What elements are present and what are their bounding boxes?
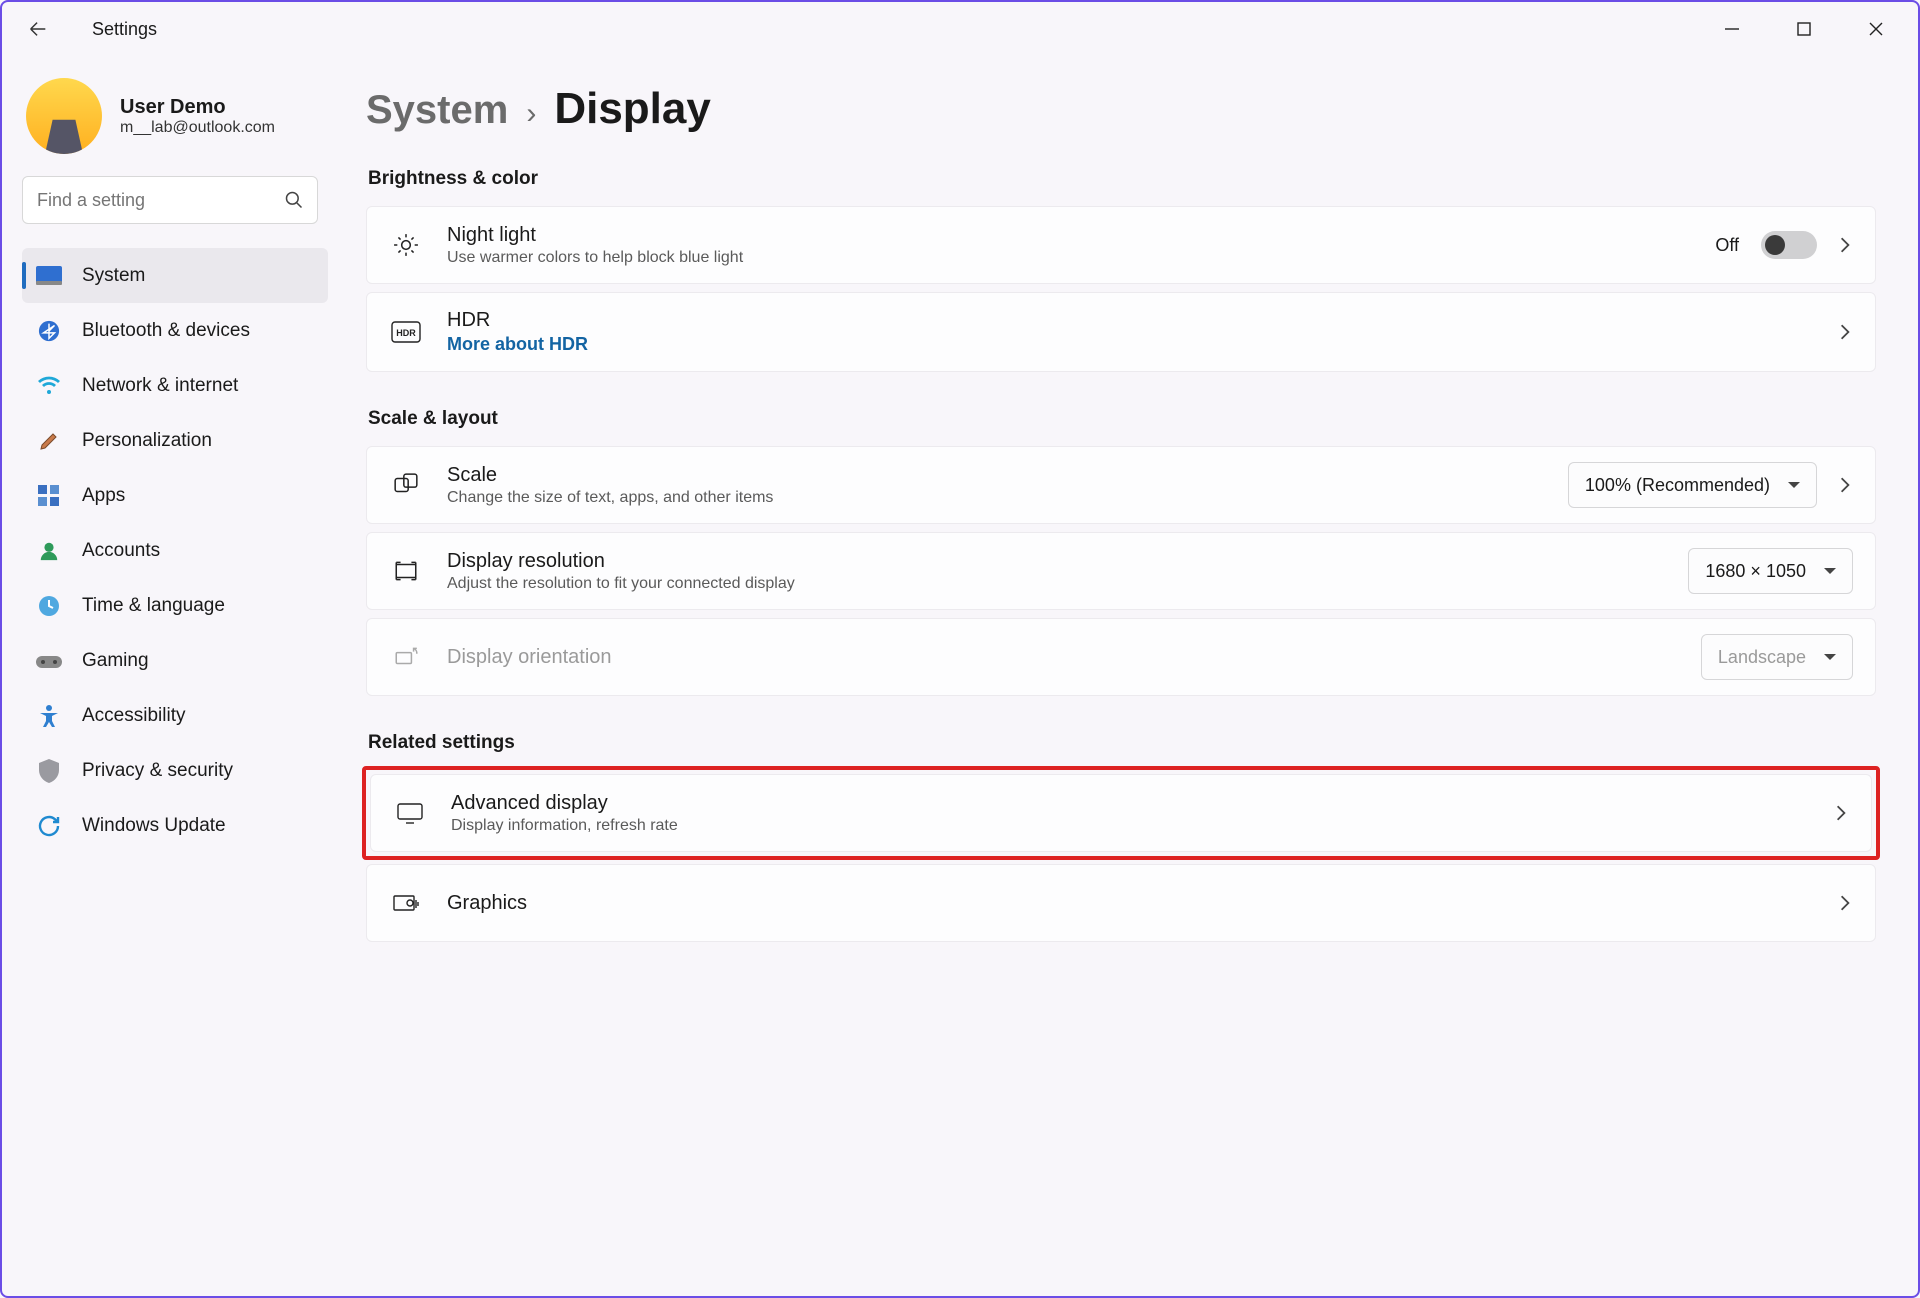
sidebar-item-personalization[interactable]: Personalization <box>22 413 328 468</box>
user-card[interactable]: User Demo m__lab@outlook.com <box>22 74 328 176</box>
section-heading-scale: Scale & layout <box>368 408 1876 430</box>
orientation-select: Landscape <box>1701 634 1853 680</box>
minimize-button[interactable] <box>1696 6 1768 52</box>
nav-label: Gaming <box>82 650 149 672</box>
graphics-icon <box>391 892 421 914</box>
wifi-icon <box>36 373 62 399</box>
page-title: Display <box>554 84 711 134</box>
nav-label: Accessibility <box>82 705 185 727</box>
search-input[interactable] <box>22 176 318 224</box>
gaming-icon <box>36 648 62 674</box>
system-icon <box>36 263 62 289</box>
nav-label: Apps <box>82 485 125 507</box>
accessibility-icon <box>36 703 62 729</box>
nav-label: Personalization <box>82 430 212 452</box>
card-title: Display orientation <box>447 646 1675 669</box>
night-light-icon <box>391 232 421 258</box>
toggle-label: Off <box>1715 235 1739 256</box>
card-sub: Change the size of text, apps, and other… <box>447 489 1542 507</box>
card-title: Graphics <box>447 892 1813 915</box>
sidebar: User Demo m__lab@outlook.com System Blue… <box>2 56 338 1296</box>
orientation-icon <box>391 644 421 670</box>
close-button[interactable] <box>1840 6 1912 52</box>
chevron-right-icon <box>1839 323 1853 341</box>
content: System › Display Brightness & color Nigh… <box>338 56 1918 1296</box>
sidebar-item-apps[interactable]: Apps <box>22 468 328 523</box>
bluetooth-icon <box>36 318 62 344</box>
nav-label: Accounts <box>82 540 160 562</box>
card-orientation: Display orientation Landscape <box>366 618 1876 696</box>
update-icon <box>36 813 62 839</box>
sidebar-item-system[interactable]: System <box>22 248 328 303</box>
nav-label: System <box>82 265 145 287</box>
nav: System Bluetooth & devices Network & int… <box>22 248 328 853</box>
maximize-button[interactable] <box>1768 6 1840 52</box>
sidebar-item-gaming[interactable]: Gaming <box>22 633 328 688</box>
card-resolution[interactable]: Display resolution Adjust the resolution… <box>366 532 1876 610</box>
card-scale[interactable]: Scale Change the size of text, apps, and… <box>366 446 1876 524</box>
search-wrap <box>22 176 318 224</box>
chevron-right-icon <box>1839 894 1853 912</box>
card-title: Night light <box>447 224 1689 247</box>
sidebar-item-bluetooth[interactable]: Bluetooth & devices <box>22 303 328 358</box>
breadcrumb-parent[interactable]: System <box>366 88 508 133</box>
card-hdr[interactable]: HDR HDR More about HDR <box>366 292 1876 372</box>
sidebar-item-privacy[interactable]: Privacy & security <box>22 743 328 798</box>
chevron-right-icon <box>1839 236 1853 254</box>
sidebar-item-accounts[interactable]: Accounts <box>22 523 328 578</box>
svg-text:HDR: HDR <box>396 328 416 338</box>
brush-icon <box>36 428 62 454</box>
card-title: Scale <box>447 464 1542 487</box>
resolution-select[interactable]: 1680 × 1050 <box>1688 548 1853 594</box>
hdr-icon: HDR <box>391 321 421 343</box>
card-sub: Display information, refresh rate <box>451 817 1809 835</box>
nav-label: Bluetooth & devices <box>82 320 250 342</box>
section-heading-related: Related settings <box>368 732 1876 754</box>
shield-icon <box>36 758 62 784</box>
card-night-light[interactable]: Night light Use warmer colors to help bl… <box>366 206 1876 284</box>
chevron-right-icon <box>1839 476 1853 494</box>
scale-icon <box>391 472 421 498</box>
card-title: Advanced display <box>451 792 1809 815</box>
nav-label: Network & internet <box>82 375 238 397</box>
titlebar: Settings <box>2 2 1918 56</box>
card-sub: Use warmer colors to help block blue lig… <box>447 249 1689 267</box>
card-title: HDR <box>447 309 1813 332</box>
nav-label: Time & language <box>82 595 225 617</box>
sidebar-item-update[interactable]: Windows Update <box>22 798 328 853</box>
sidebar-item-accessibility[interactable]: Accessibility <box>22 688 328 743</box>
back-button[interactable] <box>26 17 50 41</box>
card-graphics[interactable]: Graphics <box>366 864 1876 942</box>
scale-select[interactable]: 100% (Recommended) <box>1568 462 1817 508</box>
person-icon <box>36 538 62 564</box>
nav-label: Windows Update <box>82 815 226 837</box>
highlight-annotation: Advanced display Display information, re… <box>362 766 1880 860</box>
clock-icon <box>36 593 62 619</box>
search-icon <box>284 190 304 210</box>
chevron-right-icon: › <box>526 97 536 131</box>
hdr-more-link[interactable]: More about HDR <box>447 334 1813 355</box>
nav-label: Privacy & security <box>82 760 233 782</box>
app-title: Settings <box>92 19 157 40</box>
user-email: m__lab@outlook.com <box>120 119 275 137</box>
apps-icon <box>36 483 62 509</box>
breadcrumb: System › Display <box>366 84 1876 134</box>
resolution-icon <box>391 558 421 584</box>
user-name: User Demo <box>120 96 275 119</box>
avatar <box>26 78 102 154</box>
monitor-icon <box>395 802 425 824</box>
card-title: Display resolution <box>447 550 1662 573</box>
card-sub: Adjust the resolution to fit your connec… <box>447 575 1662 593</box>
sidebar-item-time[interactable]: Time & language <box>22 578 328 633</box>
card-advanced-display[interactable]: Advanced display Display information, re… <box>370 774 1872 852</box>
night-light-toggle[interactable] <box>1761 231 1817 259</box>
chevron-right-icon <box>1835 804 1849 822</box>
sidebar-item-network[interactable]: Network & internet <box>22 358 328 413</box>
section-heading-brightness: Brightness & color <box>368 168 1876 190</box>
